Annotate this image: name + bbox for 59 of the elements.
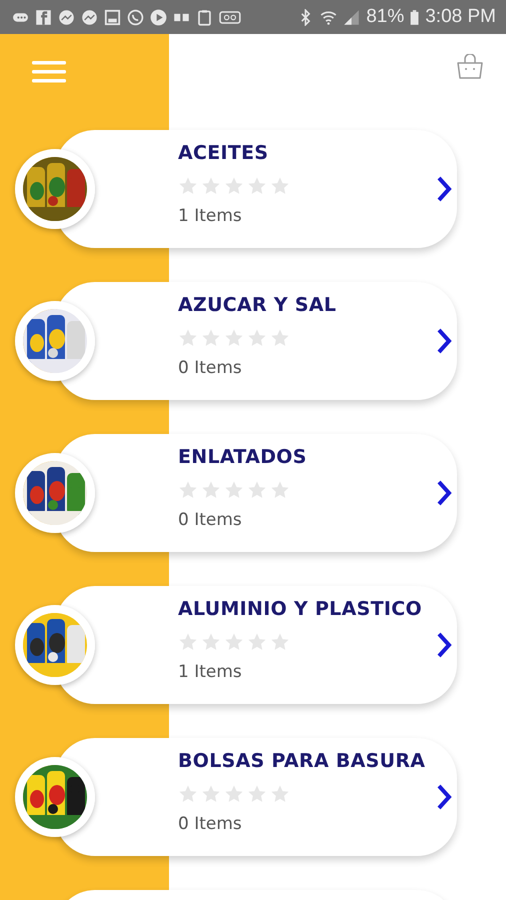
star-icon <box>224 176 244 196</box>
category-card[interactable]: ALUMINIO Y PLASTICO 1 Items <box>15 586 470 704</box>
star-icon <box>178 176 198 196</box>
signal-icon <box>343 8 360 26</box>
star-icon <box>247 632 267 652</box>
clock: 3:08 PM <box>425 6 496 28</box>
category-title: ALUMINIO Y PLASTICO <box>178 598 422 620</box>
star-icon <box>201 784 221 804</box>
category-title: ENLATADOS <box>178 446 307 468</box>
wifi-icon <box>320 8 338 26</box>
star-icon <box>178 480 198 500</box>
play-icon <box>150 8 167 26</box>
category-card[interactable]: ACEITES 1 Items <box>15 130 470 248</box>
item-count: 1 Items <box>178 206 242 226</box>
category-title: ACEITES <box>178 142 268 164</box>
image-icon <box>104 8 121 26</box>
category-card[interactable]: ENLATADOS 0 Items <box>15 434 470 552</box>
star-icon <box>201 632 221 652</box>
item-count: 1 Items <box>178 662 242 682</box>
star-icon <box>247 176 267 196</box>
item-count: 0 Items <box>178 358 242 378</box>
category-title: BOLSAS PARA BASURA <box>178 750 426 772</box>
star-icon <box>224 784 244 804</box>
item-count: 0 Items <box>178 814 242 834</box>
category-card[interactable]: BOLSAS PARA BASURA 0 Items <box>15 738 470 856</box>
battery-icon <box>410 8 420 26</box>
star-icon <box>178 328 198 348</box>
category-card[interactable]: AZUCAR Y SAL 0 Items <box>15 282 470 400</box>
facebook-icon <box>35 8 52 26</box>
star-icon <box>224 632 244 652</box>
star-icon <box>201 328 221 348</box>
star-icon <box>224 480 244 500</box>
star-icon <box>201 176 221 196</box>
star-icon <box>247 328 267 348</box>
star-icon <box>270 176 290 196</box>
star-icon <box>247 480 267 500</box>
chevron-right-icon[interactable] <box>436 175 452 203</box>
chevron-right-icon[interactable] <box>436 783 452 811</box>
star-icon <box>270 480 290 500</box>
chevron-right-icon[interactable] <box>436 479 452 507</box>
category-title: AZUCAR Y SAL <box>178 294 336 316</box>
star-icon <box>178 632 198 652</box>
whatsapp-icon <box>127 8 144 26</box>
star-icon <box>270 328 290 348</box>
messenger-icon <box>58 8 75 26</box>
shopping-basket-icon[interactable] <box>456 54 484 80</box>
star-icon <box>224 328 244 348</box>
star-icon <box>178 784 198 804</box>
chevron-right-icon[interactable] <box>436 327 452 355</box>
battery-percentage: 81% <box>366 6 404 28</box>
star-icon <box>201 480 221 500</box>
voicemail-icon <box>219 8 241 26</box>
star-icon <box>270 632 290 652</box>
clipboard-icon <box>196 8 213 26</box>
star-icon <box>270 784 290 804</box>
item-count: 0 Items <box>178 510 242 530</box>
chevron-right-icon[interactable] <box>436 631 452 659</box>
messenger-icon <box>81 8 98 26</box>
star-icon <box>247 784 267 804</box>
